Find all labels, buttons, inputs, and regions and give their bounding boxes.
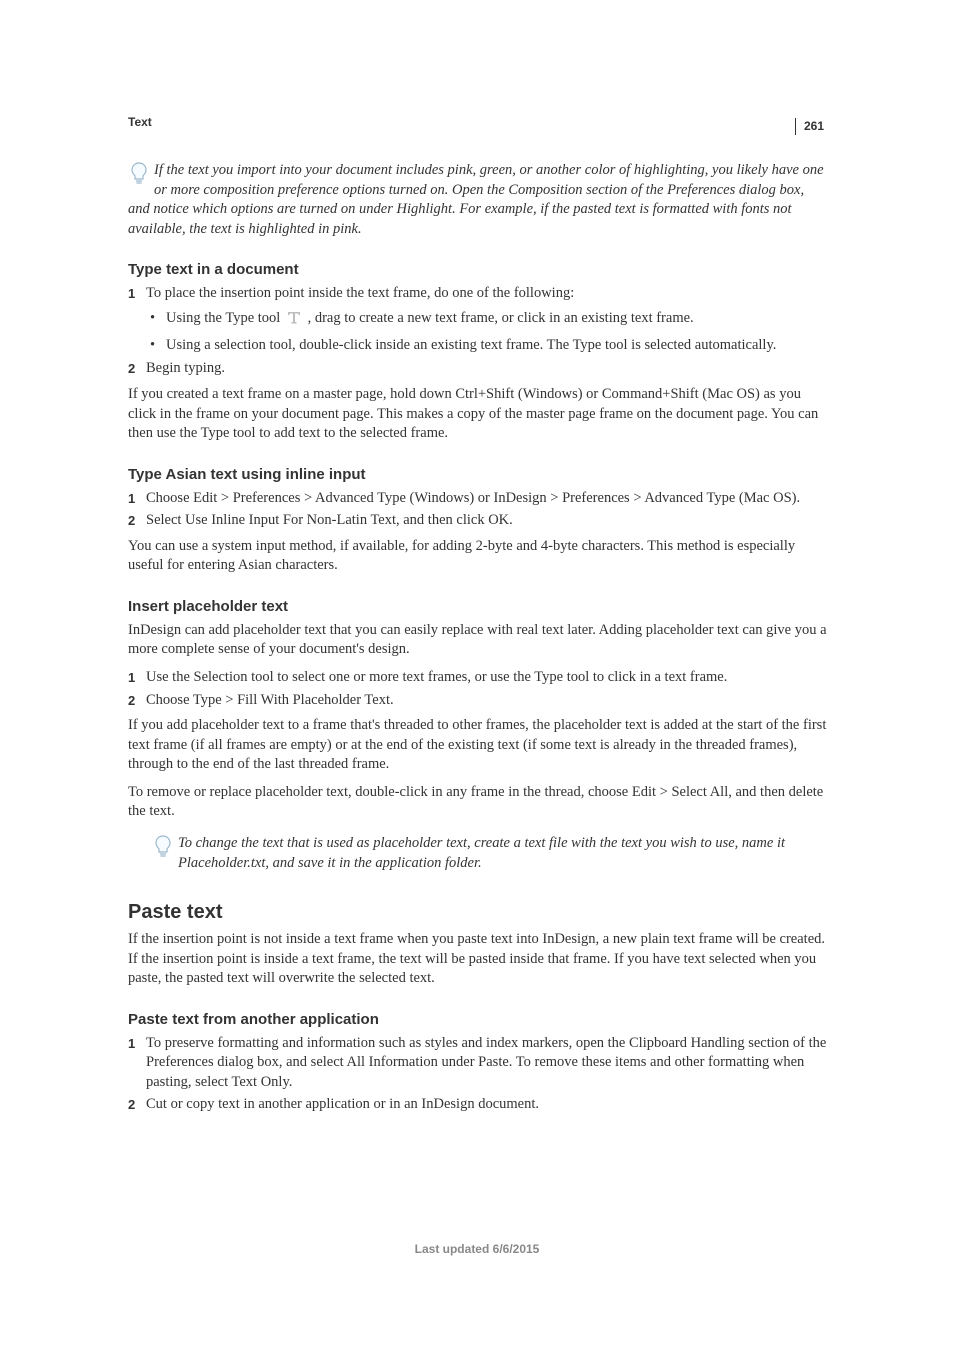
- step-body: Use the Selection tool to select one or …: [146, 668, 828, 688]
- step-number: 2: [128, 691, 146, 711]
- step-number: 2: [128, 359, 146, 379]
- heading-paste-from-app: Paste text from another application: [128, 1011, 828, 1028]
- tip-text: If the text you import into your documen…: [128, 162, 824, 237]
- step-body: Choose Type > Fill With Placeholder Text…: [146, 691, 828, 711]
- bullet-text-b: , drag to create a new text frame, or cl…: [304, 310, 694, 326]
- lightbulb-icon: [130, 162, 148, 191]
- step-number: 2: [128, 1095, 146, 1115]
- footer-last-updated: Last updated 6/6/2015: [0, 1242, 954, 1256]
- tip-highlighting: If the text you import into your documen…: [128, 161, 828, 239]
- para-placeholder-intro: InDesign can add placeholder text that y…: [128, 621, 828, 660]
- step-body: Select Use Inline Input For Non-Latin Te…: [146, 511, 828, 531]
- heading-asian-text: Type Asian text using inline input: [128, 466, 828, 483]
- step-number: 1: [128, 489, 146, 509]
- step-number: 1: [128, 284, 146, 304]
- para-master-page: If you created a text frame on a master …: [128, 385, 828, 444]
- bullets-type-text: • Using the Type tool , drag to create a…: [150, 308, 828, 356]
- type-tool-icon: [286, 309, 302, 331]
- lightbulb-icon: [154, 835, 172, 864]
- steps-paste: 1 To preserve formatting and information…: [128, 1034, 828, 1115]
- step-number: 2: [128, 511, 146, 531]
- steps-type-text: 1 To place the insertion point inside th…: [128, 284, 828, 304]
- para-placeholder-2: To remove or replace placeholder text, d…: [128, 783, 828, 822]
- bullet-body: Using the Type tool , drag to create a n…: [166, 308, 828, 331]
- bullet-body: Using a selection tool, double-click ins…: [166, 335, 828, 355]
- para-placeholder-1: If you add placeholder text to a frame t…: [128, 716, 828, 775]
- step-body: Begin typing.: [146, 359, 828, 379]
- tip-text: To change the text that is used as place…: [178, 835, 785, 871]
- heading-paste-text: Paste text: [128, 901, 828, 924]
- step-number: 1: [128, 668, 146, 688]
- bullet-text-a: Using the Type tool: [166, 310, 284, 326]
- step-body: Choose Edit > Preferences > Advanced Typ…: [146, 489, 828, 509]
- para-asian: You can use a system input method, if av…: [128, 537, 828, 576]
- para-paste-intro: If the insertion point is not inside a t…: [128, 930, 828, 989]
- page-content: Text If the text you import into your do…: [128, 115, 828, 1119]
- step-body: To place the insertion point inside the …: [146, 284, 828, 304]
- step-body: To preserve formatting and information s…: [146, 1034, 828, 1093]
- chapter-label: Text: [128, 115, 828, 129]
- bullet-icon: •: [150, 335, 166, 355]
- tip-placeholder-file: To change the text that is used as place…: [152, 834, 828, 873]
- heading-placeholder: Insert placeholder text: [128, 598, 828, 615]
- heading-type-text: Type text in a document: [128, 261, 828, 278]
- step-number: 1: [128, 1034, 146, 1093]
- step-body: Cut or copy text in another application …: [146, 1095, 828, 1115]
- steps-asian: 1 Choose Edit > Preferences > Advanced T…: [128, 489, 828, 531]
- steps-placeholder: 1 Use the Selection tool to select one o…: [128, 668, 828, 710]
- bullet-icon: •: [150, 308, 166, 331]
- steps-type-text-2: 2 Begin typing.: [128, 359, 828, 379]
